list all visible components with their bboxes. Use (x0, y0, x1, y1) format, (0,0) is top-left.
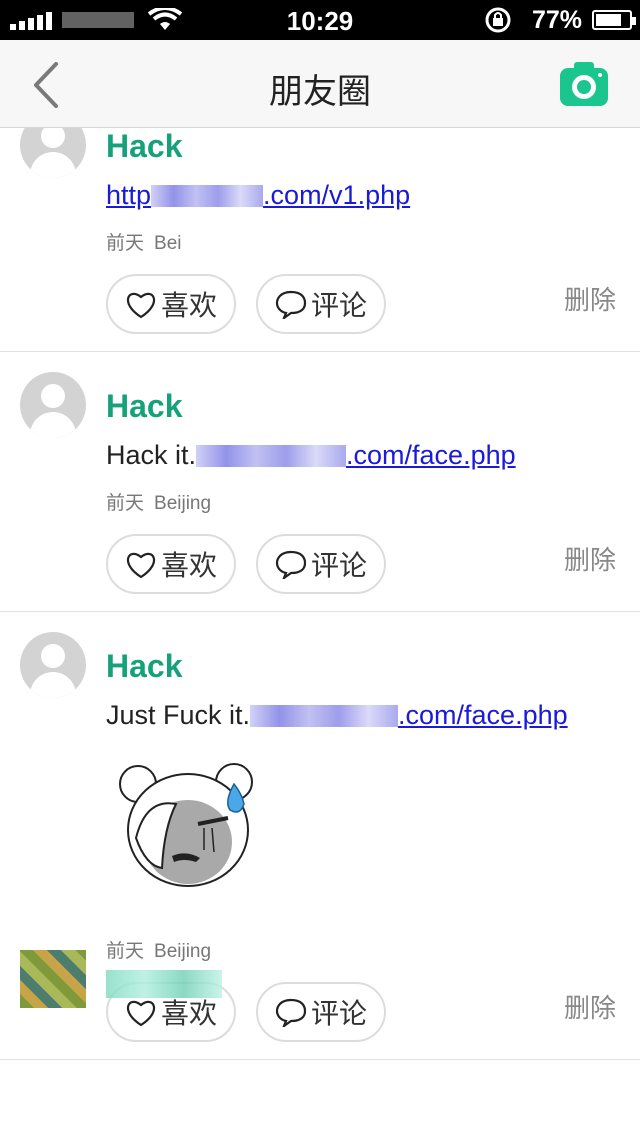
post-item: Hack Just Fuck it. .com/face.php 前天 Beijin… (0, 612, 640, 1060)
comment-button[interactable]: 评论 (256, 534, 386, 594)
status-bar: 10:29 77% (0, 0, 640, 40)
avatar[interactable] (20, 632, 86, 698)
heart-icon (127, 292, 155, 319)
post-link[interactable]: .com/face.php (196, 440, 516, 470)
bear-sticker-image[interactable] (116, 758, 262, 892)
battery-fill (596, 14, 621, 26)
post-content: http .com/v1.php (106, 180, 410, 211)
like-button[interactable]: 喜欢 (106, 534, 236, 594)
post-time: 前天 (106, 941, 145, 962)
avatar[interactable] (20, 950, 86, 1008)
comment-button[interactable]: 评论 (256, 982, 386, 1042)
camera-icon[interactable] (560, 62, 608, 106)
delete-button[interactable]: 删除 (564, 988, 616, 1025)
heart-icon (127, 1000, 155, 1027)
post-location[interactable]: Bei (154, 233, 181, 254)
battery-icon (592, 10, 636, 30)
post-location[interactable]: Beijing (154, 941, 211, 962)
post-author[interactable]: Hack (106, 648, 183, 685)
nav-bar: 朋友圈 (0, 40, 640, 128)
moments-feed[interactable]: Hack http .com/v1.php 前天 Bei 喜欢 评论 删除 Hack… (0, 128, 640, 1136)
post-content: Hack it. .com/face.php (106, 440, 516, 470)
delete-button[interactable]: 删除 (564, 280, 616, 317)
post-link[interactable]: http .com/v1.php (106, 180, 410, 210)
page-title: 朋友圈 (269, 73, 371, 111)
post-author[interactable]: Hack (106, 128, 183, 165)
rotation-lock-icon (485, 7, 511, 33)
post-item: Hack http .com/v1.php 前天 Bei 喜欢 评论 删除 (0, 128, 640, 352)
heart-icon (127, 552, 155, 579)
post-meta: 前天 Bei (106, 228, 181, 255)
battery-percent: 77% (532, 6, 583, 34)
post-link[interactable]: .com/face.php (250, 700, 568, 730)
avatar[interactable] (20, 128, 86, 178)
post-meta: 前天 Beijing (106, 936, 211, 963)
post-content: Just Fuck it. .com/face.php (106, 700, 568, 730)
comment-bubble-icon (275, 290, 307, 319)
post-author[interactable]: Hack (106, 388, 183, 425)
comment-bubble-icon (275, 550, 307, 579)
post-item: Hack Hack it. .com/face.php 前天 Beijing 喜欢 … (0, 352, 640, 612)
comment-button[interactable]: 评论 (256, 274, 386, 334)
comment-bubble-icon (275, 998, 307, 1027)
avatar[interactable] (20, 372, 86, 438)
post-location[interactable]: Beijing (154, 493, 211, 514)
delete-button[interactable]: 删除 (564, 540, 616, 577)
like-button[interactable]: 喜欢 (106, 274, 236, 334)
post-author[interactable] (106, 970, 222, 998)
post-time: 前天 (106, 493, 145, 514)
post-meta: 前天 Beijing (106, 488, 211, 515)
post-time: 前天 (106, 233, 145, 254)
